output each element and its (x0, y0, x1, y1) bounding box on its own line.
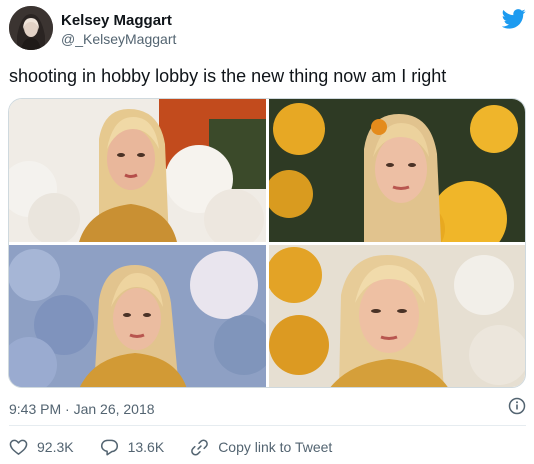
twitter-bird-icon[interactable] (501, 9, 526, 29)
tweet-photo-3[interactable] (9, 245, 266, 387)
tweet-card: Kelsey Maggart @_KelseyMaggart shooting … (0, 0, 534, 464)
like-button[interactable]: 92.3K (9, 438, 74, 457)
reply-icon (100, 439, 118, 455)
tweet-photo-1[interactable] (9, 99, 266, 242)
divider (9, 425, 526, 426)
action-bar: 92.3K 13.6K Copy link to Tweet (9, 436, 358, 458)
tweet-timestamp[interactable]: 9:43 PM · Jan 26, 2018 (9, 401, 155, 417)
copy-link-label: Copy link to Tweet (218, 439, 333, 455)
avatar[interactable] (9, 6, 53, 50)
author-handle[interactable]: @_KelseyMaggart (61, 31, 176, 47)
reply-count: 13.6K (127, 439, 165, 455)
tweet-photo-4[interactable] (269, 245, 525, 387)
author-name[interactable]: Kelsey Maggart (61, 12, 172, 29)
reply-button[interactable]: 13.6K (100, 438, 165, 457)
tweet-text: shooting in hobby lobby is the new thing… (9, 66, 447, 86)
heart-icon (9, 439, 28, 455)
tweet-photo-2[interactable] (269, 99, 525, 242)
link-icon (191, 438, 209, 456)
copy-link-button[interactable]: Copy link to Tweet (190, 438, 332, 457)
media-grid (8, 98, 526, 388)
info-icon[interactable] (508, 397, 526, 415)
like-count: 92.3K (37, 439, 74, 455)
